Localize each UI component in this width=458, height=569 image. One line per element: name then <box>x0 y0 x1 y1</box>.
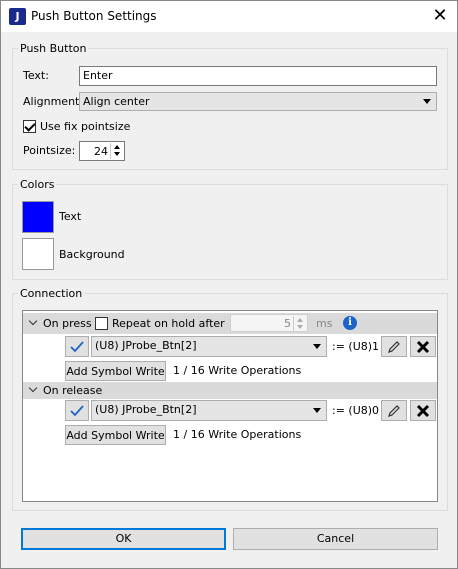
text-field[interactable]: Enter <box>79 66 437 86</box>
repeat-spinner-buttons[interactable] <box>293 316 306 332</box>
connection-group-label: Connection <box>18 287 85 300</box>
text-color-label: Text <box>59 210 82 223</box>
delete-icon <box>416 340 430 353</box>
edit-button[interactable] <box>381 400 407 421</box>
fix-pointsize-checkbox[interactable] <box>23 120 36 133</box>
spin-up-icon[interactable] <box>114 145 120 149</box>
pencil-icon <box>388 340 400 353</box>
colors-group <box>12 184 448 280</box>
check-button[interactable] <box>65 336 89 357</box>
pointsize-label: Pointsize: <box>23 144 76 157</box>
pointsize-spinner[interactable]: 24 <box>79 141 125 161</box>
push-button-group-label: Push Button <box>18 42 89 55</box>
colors-group-label: Colors <box>18 178 57 191</box>
symbol-value: (U8) JProbe_Btn[2] <box>95 403 197 416</box>
check-icon <box>70 340 84 352</box>
info-icon[interactable]: i <box>343 316 357 330</box>
symbol-select-release[interactable]: (U8) JProbe_Btn[2] <box>91 400 327 421</box>
spin-down-icon[interactable] <box>297 325 303 329</box>
chevron-down-icon <box>313 344 321 349</box>
symbol-select-press[interactable]: (U8) JProbe_Btn[2] <box>91 336 327 357</box>
repeat-spinner[interactable]: 5 <box>230 314 308 332</box>
expand-icon[interactable] <box>29 318 39 328</box>
spin-up-icon[interactable] <box>297 318 303 322</box>
on-release-label: On release <box>43 384 103 397</box>
alignment-value: Align center <box>83 95 150 108</box>
text-label: Text: <box>23 69 49 82</box>
repeat-checkbox[interactable] <box>95 317 108 330</box>
window-title: Push Button Settings <box>31 9 157 23</box>
delete-button[interactable] <box>410 400 436 421</box>
pointsize-value: 24 <box>94 145 108 158</box>
chevron-down-icon <box>423 99 431 104</box>
ops-text-release: 1 / 16 Write Operations <box>173 428 302 441</box>
add-symbol-write-button[interactable]: Add Symbol Write <box>65 425 166 445</box>
app-icon: J <box>9 8 26 25</box>
delete-button[interactable] <box>410 336 436 357</box>
text-color-swatch[interactable] <box>22 201 54 233</box>
add-symbol-write-button[interactable]: Add Symbol Write <box>65 361 166 381</box>
dialog-window: J Push Button Settings ✕ Push Button Tex… <box>0 0 458 569</box>
edit-button[interactable] <box>381 336 407 357</box>
chevron-down-icon <box>313 408 321 413</box>
ops-text-press: 1 / 16 Write Operations <box>173 364 302 377</box>
repeat-label: Repeat on hold after <box>112 317 225 330</box>
delete-icon <box>416 404 430 417</box>
background-color-swatch[interactable] <box>22 238 54 270</box>
pencil-icon <box>388 404 400 417</box>
assign-value-press: := (U8)1 <box>332 340 380 353</box>
assign-value-release: := (U8)0 <box>332 404 380 417</box>
background-color-label: Background <box>59 248 125 261</box>
connection-tree: On press Repeat on hold after 5 ms i (U8… <box>22 310 438 502</box>
cancel-button[interactable]: Cancel <box>233 528 438 550</box>
spin-down-icon[interactable] <box>114 152 120 156</box>
repeat-value: 5 <box>284 317 291 330</box>
check-button[interactable] <box>65 400 89 421</box>
spinner-buttons[interactable] <box>110 143 123 159</box>
fix-pointsize-label: Use fix pointsize <box>40 120 131 133</box>
expand-icon[interactable] <box>29 385 39 395</box>
check-icon <box>70 404 84 416</box>
ok-button[interactable]: OK <box>21 528 226 550</box>
alignment-select[interactable]: Align center <box>79 92 437 111</box>
symbol-value: (U8) JProbe_Btn[2] <box>95 339 197 352</box>
on-press-label: On press <box>43 317 92 330</box>
title-bar: J Push Button Settings ✕ <box>1 1 457 32</box>
close-icon[interactable]: ✕ <box>429 5 451 27</box>
alignment-label: Alignment: <box>23 95 84 108</box>
repeat-unit: ms <box>316 317 333 330</box>
